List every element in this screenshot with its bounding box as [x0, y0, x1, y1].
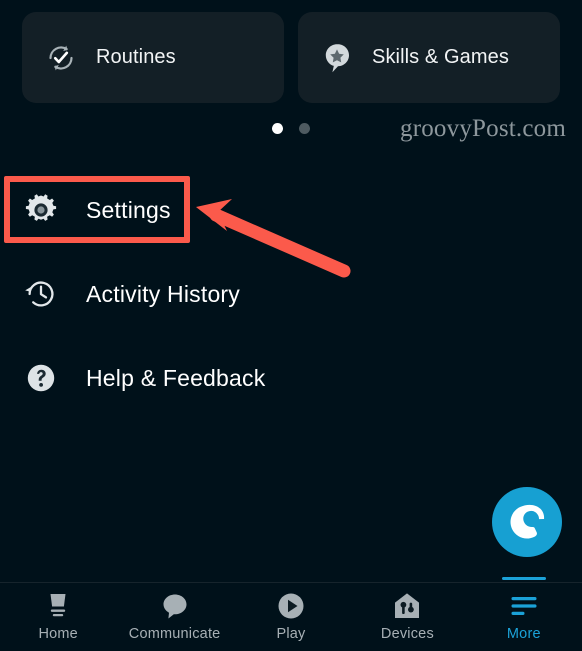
nav-active-indicator	[501, 577, 546, 580]
menu-item-activity-history-label: Activity History	[86, 280, 240, 307]
echo-device-icon	[41, 588, 75, 622]
card-routines-label: Routines	[96, 46, 176, 68]
menu-item-activity-history[interactable]: Activity History	[0, 252, 582, 336]
gear-icon	[22, 191, 60, 229]
home-devices-icon	[390, 588, 424, 622]
alexa-app-screen: Routines Skills & Games groovyPost.com S…	[0, 0, 582, 651]
card-skills-games[interactable]: Skills & Games	[298, 12, 560, 103]
watermark: groovyPost.com	[400, 115, 566, 142]
pager-dot-2[interactable]	[299, 123, 310, 134]
speech-bubble-icon	[158, 588, 192, 622]
nav-item-play[interactable]: Play	[233, 583, 349, 651]
more-lines-icon	[507, 588, 541, 622]
nav-item-play-label: Play	[276, 626, 306, 642]
alexa-ring-icon	[510, 504, 545, 539]
card-routines[interactable]: Routines	[22, 12, 284, 103]
clock-history-icon	[22, 275, 60, 313]
skills-star-pin-icon	[320, 41, 354, 75]
nav-item-home-label: Home	[38, 626, 78, 642]
quick-access-carousel: Routines Skills & Games	[0, 0, 582, 112]
alexa-assistant-button[interactable]	[492, 487, 562, 557]
nav-item-devices-label: Devices	[380, 626, 434, 642]
play-circle-icon	[274, 588, 308, 622]
bottom-navigation-bar: Home Communicate Play Devices More	[0, 577, 582, 651]
nav-item-communicate-label: Communicate	[128, 626, 221, 642]
nav-item-devices[interactable]: Devices	[349, 583, 465, 651]
pager-dot-1[interactable]	[272, 123, 283, 134]
nav-item-more-label: More	[506, 626, 541, 642]
menu-item-settings[interactable]: Settings	[0, 168, 582, 252]
nav-item-communicate[interactable]: Communicate	[116, 583, 232, 651]
routines-refresh-check-icon	[44, 41, 78, 75]
menu-item-help-feedback[interactable]: Help & Feedback	[0, 336, 582, 420]
menu-item-settings-label: Settings	[86, 196, 171, 223]
nav-item-more[interactable]: More	[466, 577, 582, 651]
nav-item-home[interactable]: Home	[0, 583, 116, 651]
menu-item-help-feedback-label: Help & Feedback	[86, 364, 266, 391]
more-menu-list: Settings Activity History Help & Feedbac…	[0, 168, 582, 420]
card-skills-games-label: Skills & Games	[372, 46, 509, 68]
question-circle-icon	[22, 359, 60, 397]
